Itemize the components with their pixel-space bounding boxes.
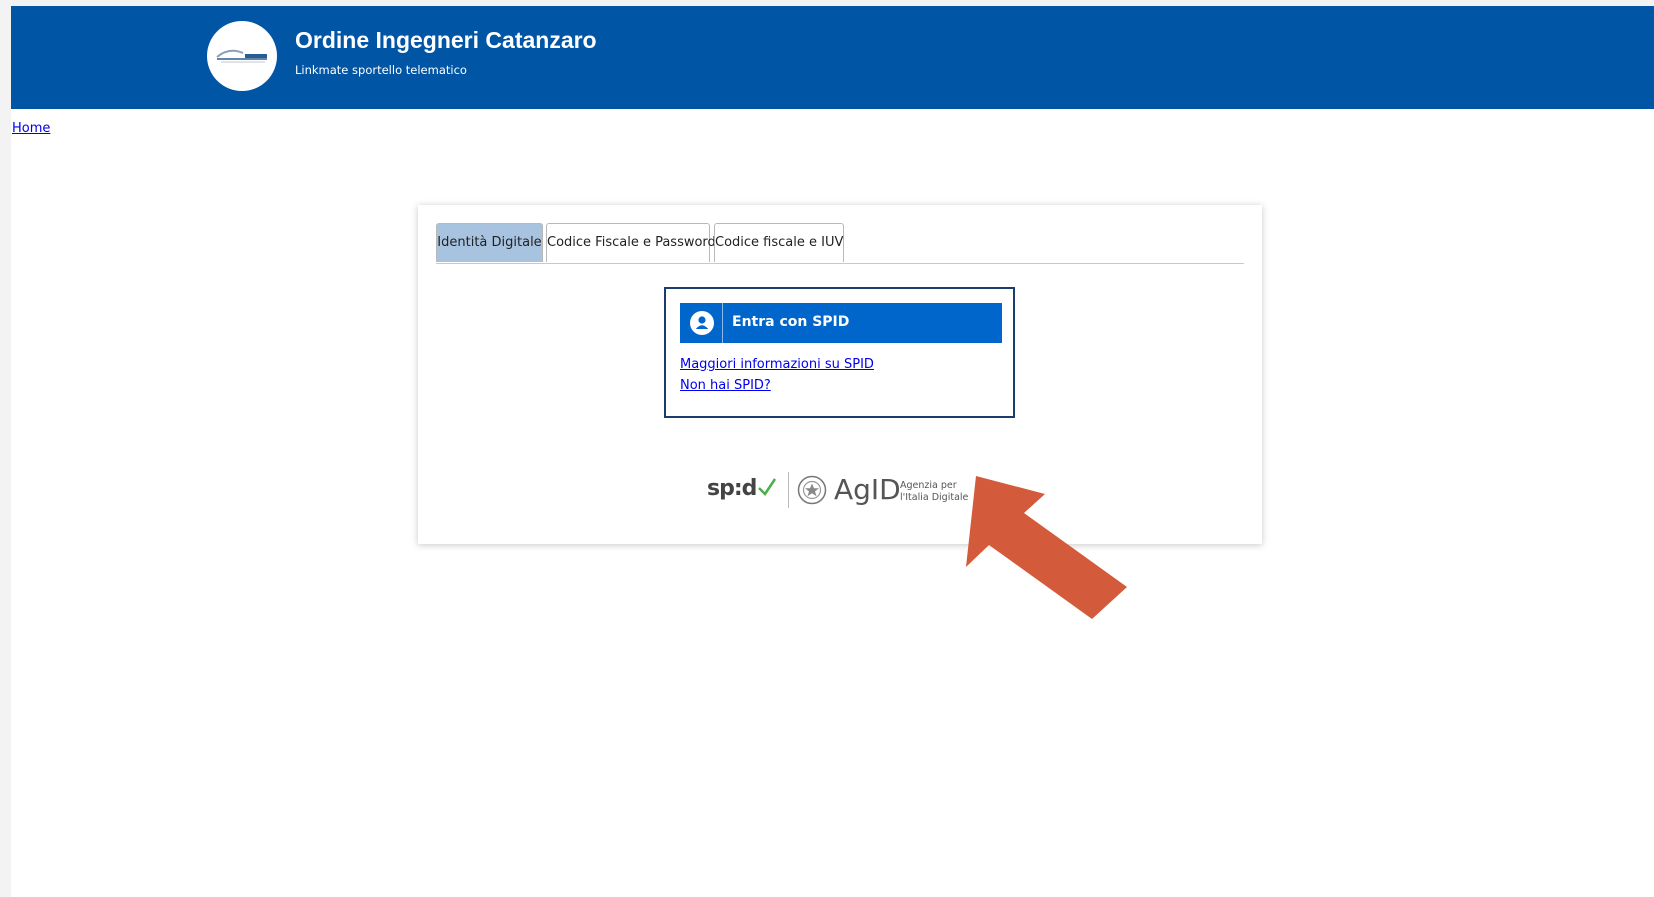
tab-codice-fiscale-iuv[interactable]: Codice fiscale e IUV (714, 223, 844, 262)
login-tabs: Identità Digitale Codice Fiscale e Passw… (436, 223, 1244, 264)
page: Ordine Ingegneri Catanzaro Linkmate spor… (11, 6, 1654, 897)
spid-button-divider (722, 303, 723, 343)
no-spid-link[interactable]: Non hai SPID? (680, 378, 771, 393)
spid-login-button[interactable]: Entra con SPID (680, 303, 1002, 343)
tab-codice-fiscale-password[interactable]: Codice Fiscale e Password (546, 223, 716, 262)
spid-more-info-link[interactable]: Maggiori informazioni su SPID (680, 357, 874, 372)
check-icon (758, 478, 777, 496)
tab-identita-digitale[interactable]: Identità Digitale (436, 223, 543, 262)
user-icon (690, 311, 714, 335)
spid-button-label: Entra con SPID (732, 314, 850, 330)
spid-agid-logos: sp:d AgID Agenzia per l'Italia Digitale (707, 470, 987, 510)
italian-emblem-icon (797, 475, 827, 505)
site-subtitle: Linkmate sportello telematico (295, 63, 467, 77)
agid-subtitle-line1: Agenzia per (900, 480, 957, 491)
site-title: Ordine Ingegneri Catanzaro (295, 27, 597, 53)
breadcrumb-home-link[interactable]: Home (12, 121, 50, 136)
agid-subtitle-line2: l'Italia Digitale (900, 492, 969, 503)
bridge-logo-icon (216, 49, 267, 63)
site-header: Ordine Ingegneri Catanzaro Linkmate spor… (11, 6, 1654, 109)
spid-logo-text: sp:d (707, 476, 757, 501)
agid-logo-text: AgID (834, 473, 901, 506)
site-logo[interactable] (207, 21, 277, 91)
spid-login-panel: Entra con SPID Maggiori informazioni su … (664, 287, 1015, 418)
login-card: Identità Digitale Codice Fiscale e Passw… (418, 205, 1262, 544)
logos-separator (788, 472, 789, 508)
